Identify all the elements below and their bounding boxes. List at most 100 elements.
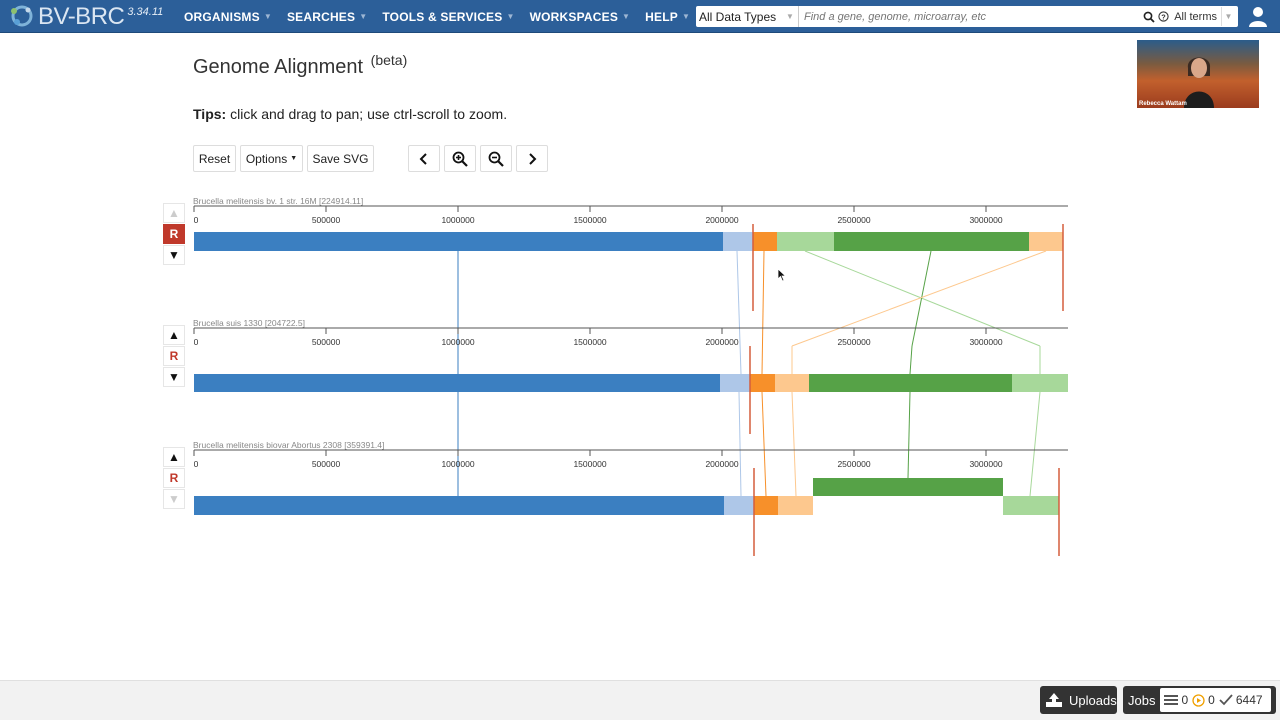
- data-type-select[interactable]: All Data Types ▼: [696, 6, 799, 27]
- svg-text:?: ?: [1161, 12, 1166, 21]
- connector: [738, 391, 742, 497]
- options-button[interactable]: Options ▼: [240, 145, 303, 172]
- block-blue[interactable]: [194, 232, 723, 251]
- connector: [761, 391, 767, 497]
- bvbrc-logo[interactable]: BV-BRC 3.34.11: [8, 2, 163, 32]
- running-value: 0: [1208, 693, 1215, 707]
- tick-label: 500000: [312, 459, 341, 469]
- save-svg-button[interactable]: Save SVG: [307, 145, 374, 172]
- block-light-green[interactable]: [1003, 496, 1059, 515]
- dropdown-arrow-icon[interactable]: ▼: [1221, 7, 1235, 26]
- jobs-button[interactable]: Jobs 0 0 6447: [1123, 686, 1276, 714]
- move-down-button[interactable]: ▼: [163, 245, 185, 265]
- dropdown-arrow-icon: ▼: [786, 12, 794, 21]
- zoom-in-button[interactable]: [444, 145, 476, 172]
- search-input[interactable]: [799, 6, 1144, 27]
- uploads-button[interactable]: Uploads: [1040, 686, 1117, 714]
- reset-button[interactable]: Reset: [193, 145, 236, 172]
- nav-label: ORGANISMS: [184, 9, 260, 24]
- tick-label: 1500000: [573, 337, 606, 347]
- nav-searches[interactable]: SEARCHES ▼: [287, 10, 367, 24]
- block-orange[interactable]: [753, 232, 777, 251]
- arrow-down-icon: ▼: [168, 370, 180, 384]
- axis-ticks: 0 500000 1000000 1500000 2000000 2500000…: [193, 206, 1003, 225]
- options-label: Options: [245, 151, 288, 166]
- nav-label: WORKSPACES: [529, 9, 619, 24]
- block-light-blue[interactable]: [724, 496, 754, 515]
- tick-label: 1000000: [441, 459, 474, 469]
- tick-label: 2500000: [837, 215, 870, 225]
- block-green[interactable]: [813, 478, 1003, 496]
- connector: [791, 250, 1047, 347]
- caret-down-icon: ▼: [622, 12, 631, 21]
- block-light-blue[interactable]: [723, 232, 753, 251]
- tick-label: 500000: [312, 337, 341, 347]
- checkmark-icon: [1219, 694, 1233, 706]
- block-green[interactable]: [834, 232, 1029, 251]
- block-light-blue[interactable]: [720, 374, 750, 392]
- connector: [804, 250, 1041, 347]
- nav-tools-services[interactable]: TOOLS & SERVICES ▼: [382, 10, 514, 24]
- global-search: All Data Types ▼ ? All terms ▼: [696, 6, 1238, 27]
- arrow-down-icon: ▼: [168, 492, 180, 506]
- data-type-value: All Data Types: [699, 9, 777, 24]
- play-circle-icon: [1192, 693, 1205, 707]
- completed-count: 6447: [1219, 693, 1263, 707]
- page-title: Genome Alignment (beta): [193, 52, 407, 79]
- search-icon[interactable]: [1143, 11, 1155, 23]
- logo-icon: [11, 5, 33, 27]
- block-light-orange[interactable]: [778, 496, 813, 515]
- nav-label: TOOLS & SERVICES: [382, 9, 503, 24]
- zoom-out-button[interactable]: [480, 145, 512, 172]
- search-terms-value[interactable]: All terms: [1174, 11, 1217, 23]
- tick-label: 2000000: [705, 337, 738, 347]
- nav-organisms[interactable]: ORGANISMS ▼: [184, 10, 272, 24]
- move-up-button[interactable]: ▲: [163, 325, 185, 345]
- tick-label: 1500000: [573, 459, 606, 469]
- arrow-down-icon: ▼: [168, 248, 180, 262]
- block-light-orange[interactable]: [775, 374, 809, 392]
- move-up-button[interactable]: ▲: [163, 203, 185, 223]
- block-light-green[interactable]: [1012, 374, 1068, 392]
- move-down-button[interactable]: ▼: [163, 367, 185, 387]
- block-blue[interactable]: [194, 374, 720, 392]
- caret-down-icon: ▼: [506, 12, 515, 21]
- genome-alignment-viewer[interactable]: 0 500000 1000000 1500000 2000000 2500000…: [0, 0, 1280, 720]
- nav-label: SEARCHES: [286, 9, 356, 24]
- genome-label: Brucella melitensis biovar Abortus 2308 …: [193, 440, 385, 450]
- logo-text: BV-BRC: [38, 3, 125, 30]
- nav-workspaces[interactable]: WORKSPACES ▼: [530, 10, 631, 24]
- reverse-button[interactable]: R: [163, 346, 185, 366]
- help-icon[interactable]: ?: [1158, 11, 1169, 22]
- block-blue[interactable]: [194, 496, 724, 515]
- tips-body: click and drag to pan; use ctrl-scroll t…: [226, 106, 508, 122]
- queued-count: 0: [1164, 693, 1188, 707]
- tick-label: 0: [194, 459, 199, 469]
- connector: [1029, 391, 1041, 497]
- axis-ticks: 0 500000 1000000 1500000 2000000 2500000…: [193, 450, 1003, 469]
- search-actions: ? All terms ▼: [1143, 7, 1238, 26]
- move-down-button[interactable]: ▼: [163, 489, 185, 509]
- arrow-up-icon: ▲: [168, 206, 180, 220]
- pan-left-button[interactable]: [408, 145, 440, 172]
- tick-label: 2000000: [705, 459, 738, 469]
- nav-help[interactable]: HELP ▼: [645, 10, 690, 24]
- block-orange[interactable]: [754, 496, 778, 515]
- queue-list-icon: [1164, 695, 1179, 705]
- user-icon[interactable]: [1248, 6, 1268, 28]
- block-orange[interactable]: [750, 374, 775, 392]
- move-up-button[interactable]: ▲: [163, 447, 185, 467]
- zoom-out-icon: [488, 151, 504, 167]
- caret-down-icon: ▼: [290, 155, 298, 162]
- reverse-button[interactable]: R: [163, 468, 185, 488]
- participant-name: Rebecca Wattam: [1139, 101, 1187, 107]
- mouse-cursor-icon: [777, 268, 787, 282]
- block-light-orange[interactable]: [1029, 232, 1063, 251]
- block-green[interactable]: [809, 374, 1012, 392]
- nav-label: HELP: [645, 9, 678, 24]
- caret-down-icon: ▼: [263, 12, 272, 21]
- pan-right-button[interactable]: [516, 145, 548, 172]
- genome-track: 0 500000 1000000 1500000 2000000 2500000…: [193, 205, 1068, 311]
- block-light-green[interactable]: [777, 232, 834, 251]
- reverse-button[interactable]: R: [163, 224, 185, 244]
